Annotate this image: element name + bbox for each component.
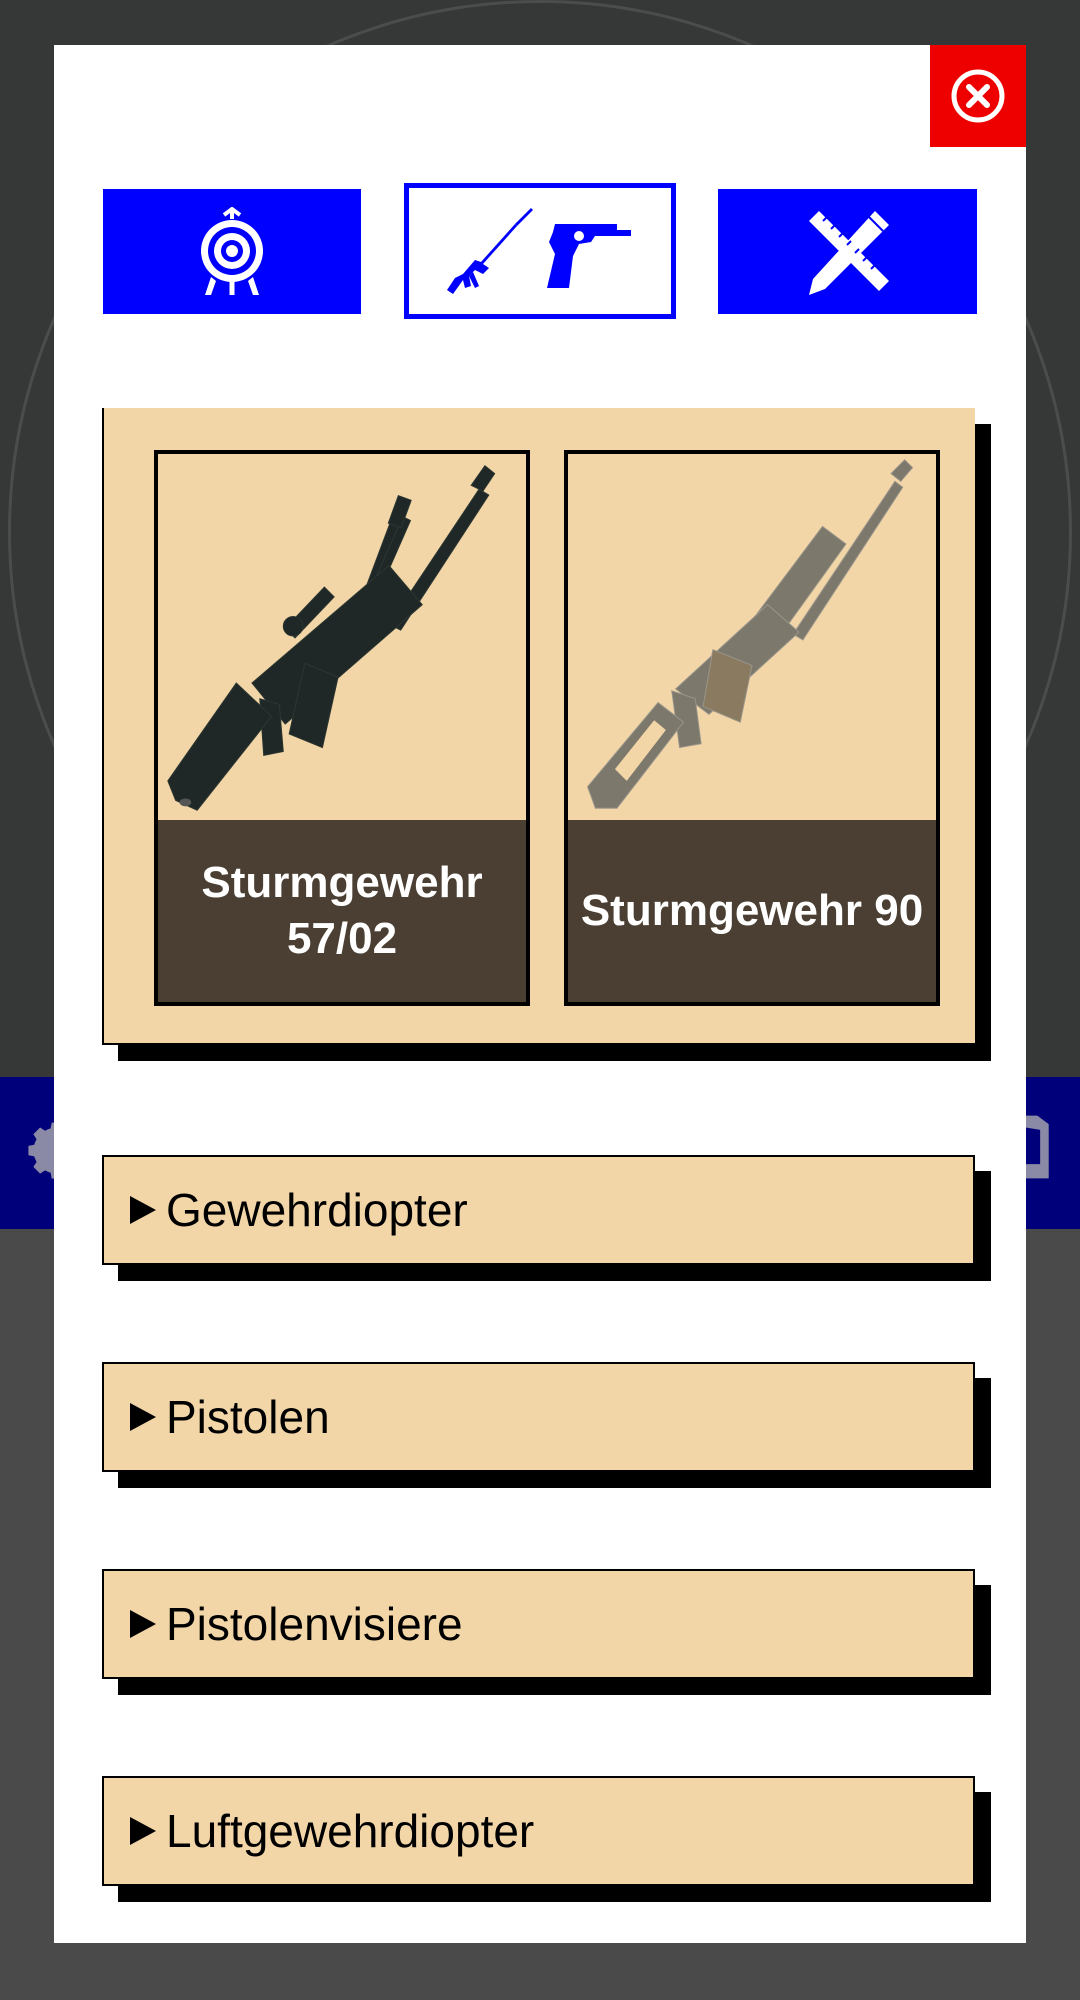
tab-tools[interactable] [718,189,977,314]
target-icon [201,206,263,295]
expand-arrow-icon [130,1610,156,1638]
weapon-label: Sturmgewehr 57/02 [158,820,526,1002]
weapon-card-stgw57[interactable]: Sturmgewehr 57/02 [154,450,530,1006]
tab-weapons[interactable] [404,183,676,319]
weapon-card-stgw90[interactable]: Sturmgewehr 90 [564,450,940,1006]
rifle-pistol-icon [447,208,631,294]
weapon-selection-modal: Sturmgewehr 57/02 Sturmgewehr 90 Gewehrd… [54,45,1026,1943]
section-pistolen[interactable]: Pistolen [102,1362,975,1472]
rifle-stgw57-image [158,454,526,820]
weapon-label: Sturmgewehr 90 [568,820,936,1002]
section-luftgewehrdiopter[interactable]: Luftgewehrdiopter [102,1776,975,1886]
pencil-ruler-icon [808,210,889,295]
section-gewehrdiopter[interactable]: Gewehrdiopter [102,1155,975,1265]
rifle-stgw90-image [568,454,936,820]
close-circle-icon [951,69,1005,123]
section-label: Pistolen [166,1391,330,1443]
weapons-category-panel: Sturmgewehr 57/02 Sturmgewehr 90 [102,408,975,1045]
section-pistolenvisiere[interactable]: Pistolenvisiere [102,1569,975,1679]
expand-arrow-icon [130,1817,156,1845]
section-label: Gewehrdiopter [166,1184,468,1236]
section-label: Pistolenvisiere [166,1598,463,1650]
close-button[interactable] [930,45,1026,147]
expand-arrow-icon [130,1403,156,1431]
expand-arrow-icon [130,1196,156,1224]
tab-target[interactable] [103,189,361,314]
section-label: Luftgewehrdiopter [166,1805,535,1857]
